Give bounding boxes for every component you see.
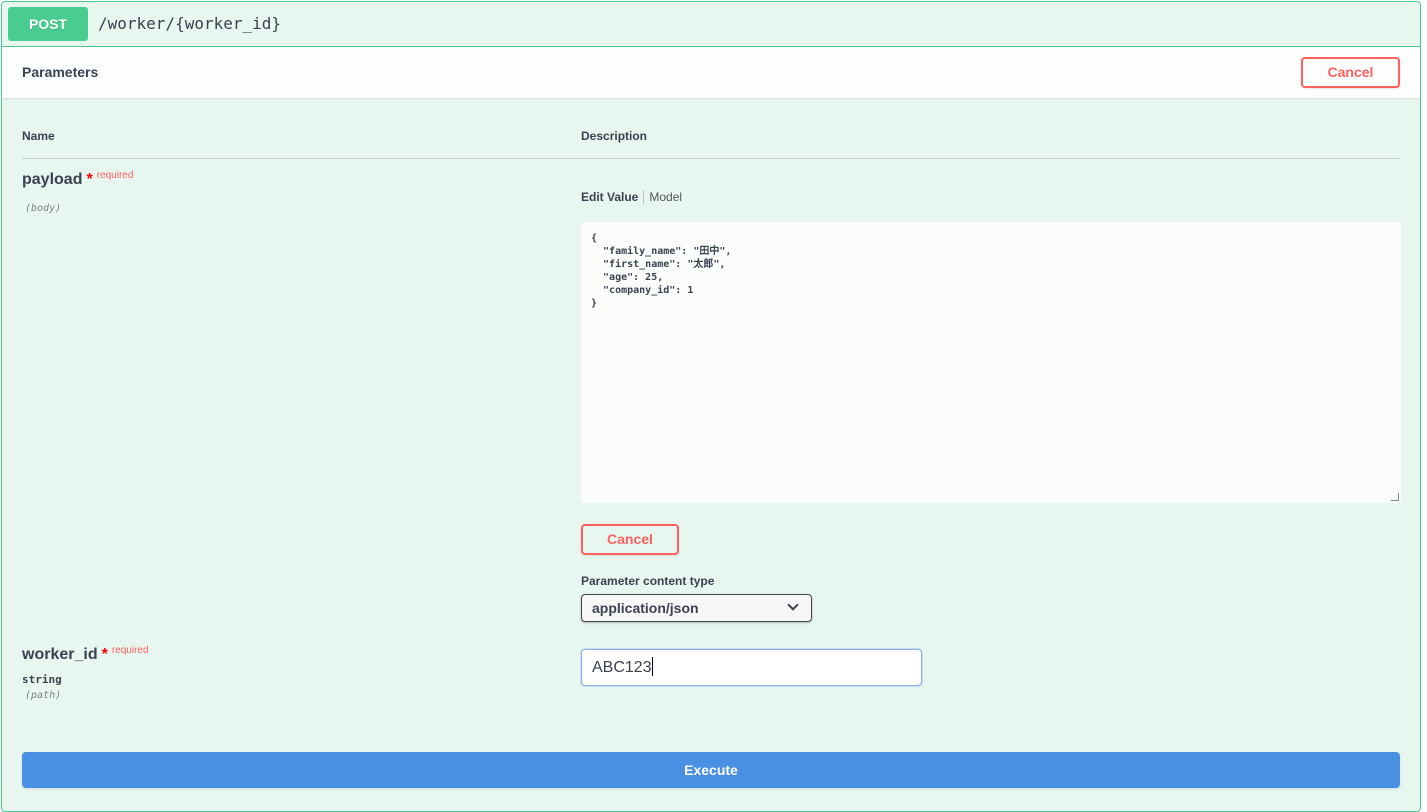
text-caret (651, 657, 653, 676)
required-star: * (101, 646, 108, 663)
param-name-text: payload (22, 171, 83, 188)
content-type-select[interactable]: application/json (581, 594, 812, 622)
param-in-body: (body) (25, 203, 62, 214)
required-label: required (111, 645, 149, 656)
operation-summary[interactable]: POST /worker/{worker_id} (2, 2, 1420, 47)
required-star: * (86, 171, 93, 188)
operation-block: POST /worker/{worker_id} Parameters Canc… (1, 1, 1421, 812)
content-type-label: Parameter content type (581, 574, 715, 588)
param-name-text: worker_id (22, 646, 98, 663)
body-param-value: { "family_name": "田中", "first_name": "太郎… (591, 233, 732, 309)
parameters-header: Parameters Cancel (2, 47, 1420, 98)
column-header-name: Name (22, 129, 55, 143)
body-cancel-button[interactable]: Cancel (581, 524, 679, 555)
required-label: required (96, 170, 134, 181)
execute-button[interactable]: Execute (22, 752, 1400, 788)
worker-id-input[interactable]: ABC123 (581, 649, 922, 686)
param-in-path: (path) (25, 690, 62, 701)
chevron-down-icon (787, 599, 799, 611)
try-out-cancel-button[interactable]: Cancel (1301, 57, 1400, 88)
worker-id-value: ABC123 (592, 659, 652, 676)
header-divider (22, 158, 1400, 159)
resize-handle-icon[interactable] (1391, 493, 1399, 501)
method-badge: POST (8, 7, 88, 41)
body-editor-tabs: Edit Value Model (581, 190, 682, 204)
param-name-payload: payload * required (22, 170, 134, 189)
param-name-worker-id: worker_id * required (22, 645, 149, 664)
tab-model[interactable]: Model (644, 190, 682, 204)
param-type: string (22, 673, 62, 686)
body-param-textarea[interactable]: { "family_name": "田中", "first_name": "太郎… (581, 222, 1401, 503)
operation-path: /worker/{worker_id} (98, 14, 282, 33)
content-type-value: application/json (592, 600, 699, 616)
parameters-title: Parameters (22, 64, 99, 80)
column-header-description: Description (581, 129, 648, 143)
tab-edit-value[interactable]: Edit Value (581, 190, 645, 204)
